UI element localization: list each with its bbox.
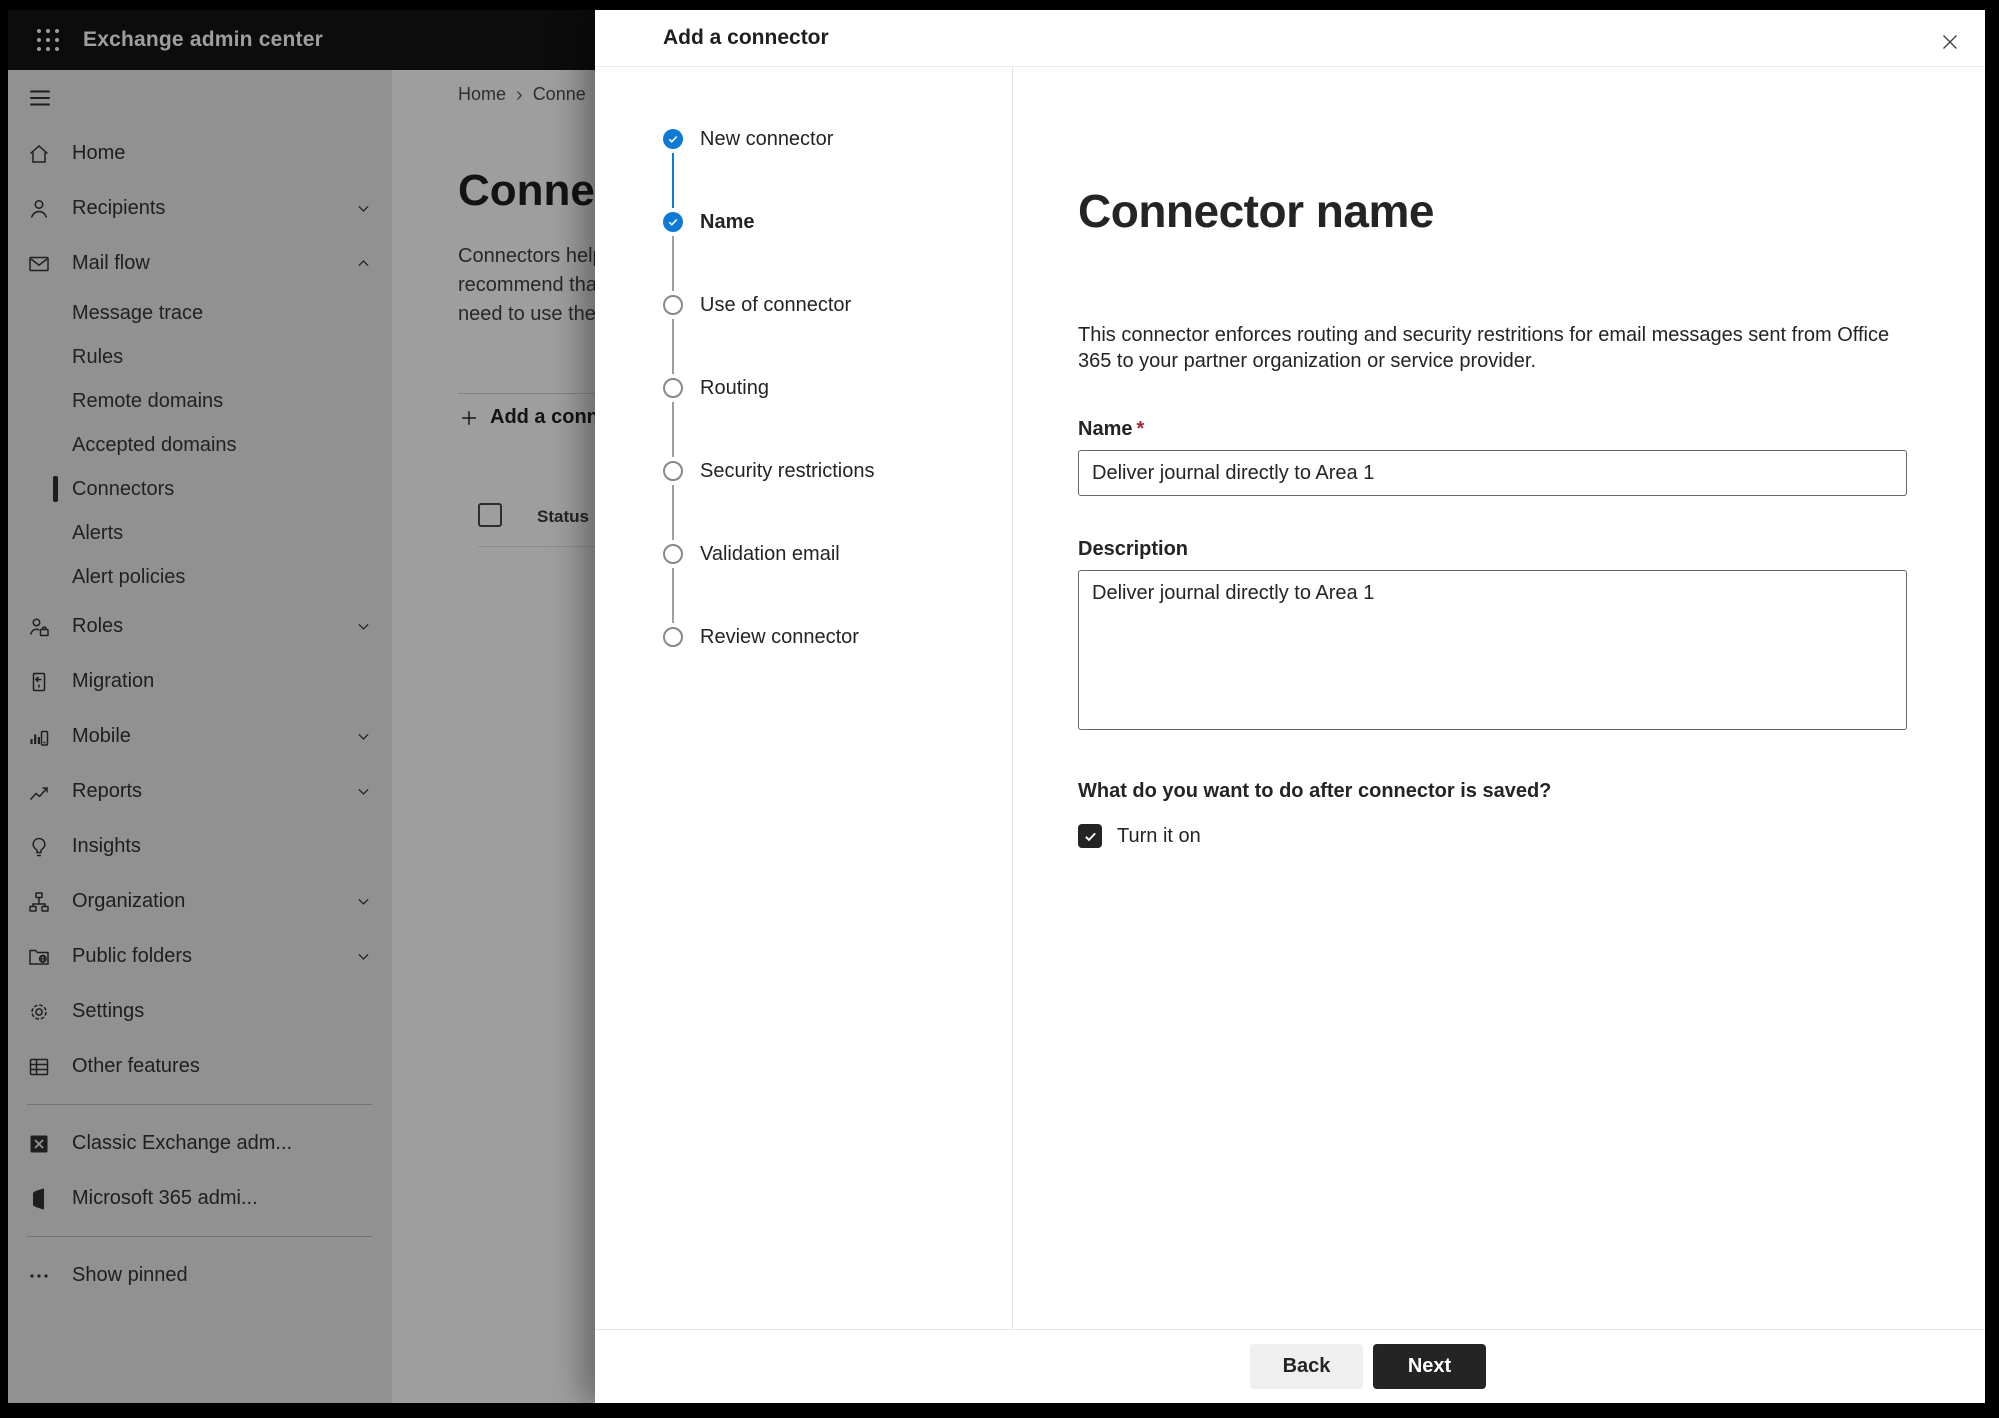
name-input[interactable] — [1078, 450, 1907, 496]
wizard-step[interactable]: New connector — [663, 128, 1002, 212]
name-field-label: Name * — [1078, 418, 1145, 440]
step-label: Review connector — [700, 626, 859, 648]
check-icon — [1083, 829, 1098, 844]
dialog-title: Add a connector — [663, 26, 829, 49]
dialog-header: Add a connector — [595, 10, 1985, 67]
wizard-page-title: Connector name — [1078, 185, 1434, 237]
check-icon — [667, 631, 679, 643]
wizard-page: Connector name This connector enforces r… — [1013, 67, 1985, 1329]
dialog-footer: Back Next — [595, 1329, 1985, 1403]
turn-it-on-checkbox[interactable] — [1078, 824, 1102, 848]
after-save-question: What do you want to do after connector i… — [1078, 780, 1552, 802]
step-dot — [663, 627, 683, 647]
wizard-steps-panel: New connector Name Use of connector Rout… — [595, 67, 1013, 1329]
step-label: Name — [700, 211, 755, 233]
step-dot — [663, 461, 683, 481]
wizard-step[interactable]: Routing — [663, 319, 1002, 461]
app-window: Exchange admin center Home Recipients Ma… — [8, 10, 1985, 1403]
required-marker: * — [1136, 418, 1145, 440]
wizard-step[interactable]: Review connector — [663, 568, 1002, 710]
wizard-step[interactable]: Use of connector — [663, 236, 1002, 378]
description-field-label: Description — [1078, 538, 1189, 560]
close-icon — [1938, 30, 1962, 54]
wizard-step[interactable]: Validation email — [663, 485, 1002, 627]
next-button[interactable]: Next — [1373, 1344, 1486, 1389]
back-button[interactable]: Back — [1250, 1344, 1363, 1389]
check-icon — [667, 465, 679, 477]
wizard-page-description: This connector enforces routing and secu… — [1078, 324, 1890, 372]
close-button[interactable] — [1933, 25, 1967, 59]
step-dot — [663, 544, 683, 564]
check-icon — [667, 548, 679, 560]
turn-it-on-row: Turn it on — [1078, 824, 1907, 848]
check-icon — [667, 133, 679, 145]
step-dot — [663, 378, 683, 398]
check-icon — [667, 216, 679, 228]
step-label: Validation email — [700, 543, 840, 565]
wizard-step[interactable]: Security restrictions — [663, 402, 1002, 544]
description-textarea[interactable]: Deliver journal directly to Area 1 — [1078, 570, 1907, 730]
turn-it-on-label: Turn it on — [1117, 824, 1201, 847]
step-dot — [663, 129, 683, 149]
step-label: Routing — [700, 377, 769, 399]
check-icon — [667, 382, 679, 394]
step-label: Use of connector — [700, 294, 852, 316]
wizard-step[interactable]: Name — [663, 153, 1002, 295]
add-connector-dialog: Add a connector New connector Name Use o… — [595, 10, 1985, 1403]
step-label: New connector — [700, 128, 834, 150]
step-dot — [663, 295, 683, 315]
step-dot — [663, 212, 683, 232]
step-label: Security restrictions — [700, 460, 875, 482]
check-icon — [667, 299, 679, 311]
